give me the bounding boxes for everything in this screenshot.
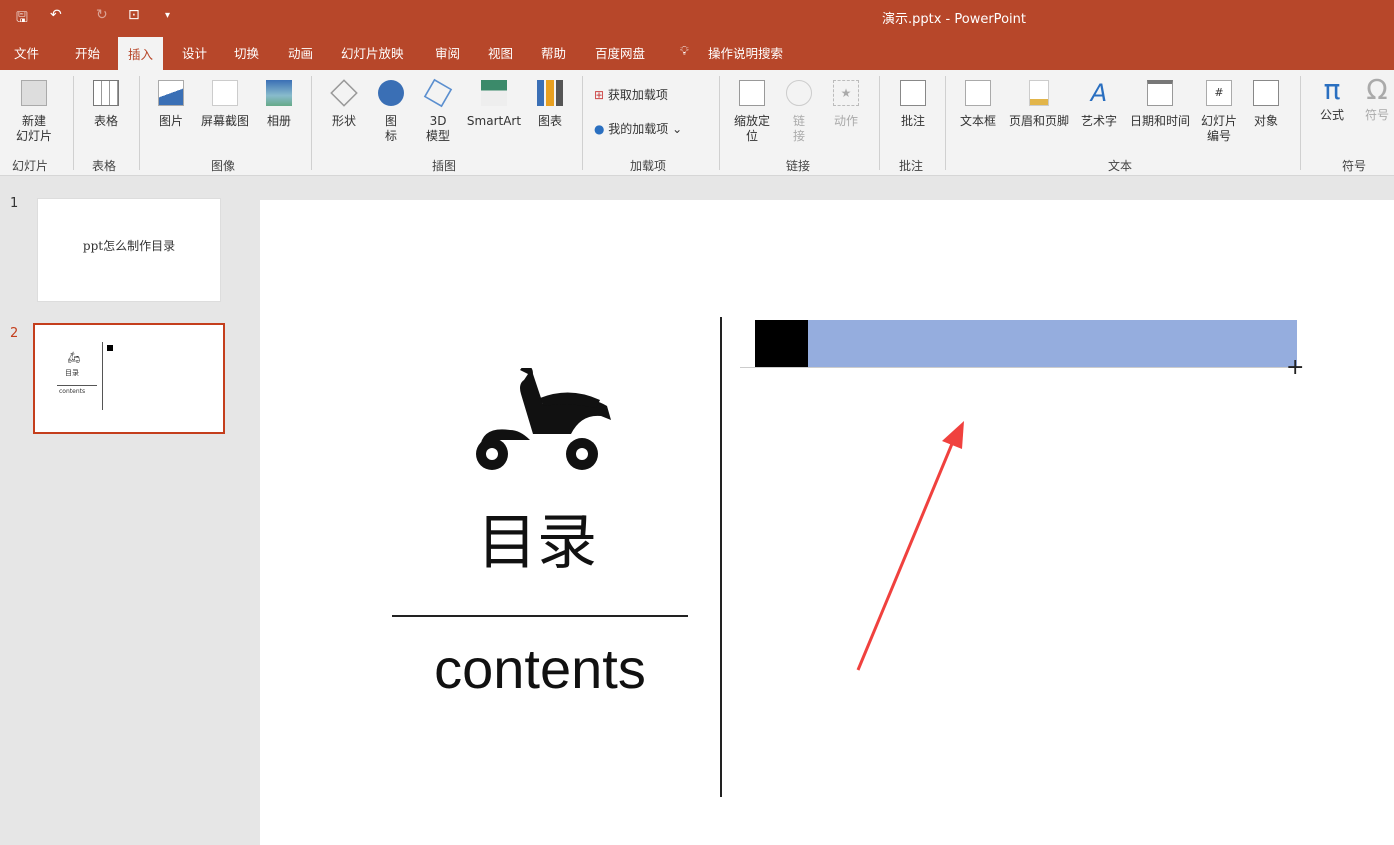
tab-baidu[interactable]: 百度网盘	[595, 43, 645, 62]
new-slide-icon	[21, 80, 47, 106]
tab-review[interactable]: 审阅	[435, 43, 460, 62]
comment-button[interactable]: 批注	[893, 80, 933, 129]
object-icon	[1253, 80, 1279, 106]
group-label: 加载项	[630, 159, 667, 173]
scooter-icon	[476, 368, 611, 470]
slide-number-button[interactable]: # 幻灯片 编号	[1196, 80, 1242, 144]
group-label: 幻灯片	[12, 159, 49, 173]
tab-animations[interactable]: 动画	[288, 43, 313, 62]
tab-file[interactable]: 文件	[14, 43, 39, 62]
action-button[interactable]: ★ 动作	[828, 80, 864, 129]
tab-view[interactable]: 视图	[488, 43, 513, 62]
slide-canvas[interactable]: 目录 contents +	[260, 200, 1394, 845]
screenshot-button[interactable]: 屏幕截图	[194, 80, 256, 129]
zoom-icon	[739, 80, 765, 106]
red-arrow-annotation	[856, 421, 964, 671]
tab-slideshow[interactable]: 幻灯片放映	[341, 43, 404, 62]
icons-button[interactable]: 图 标	[372, 80, 410, 144]
toc-heading[interactable]: 目录	[472, 508, 602, 578]
smartart-button[interactable]: SmartArt	[462, 80, 526, 129]
crosshair-cursor-icon: +	[1286, 355, 1305, 380]
save-icon[interactable]: 🖫	[16, 7, 28, 31]
tell-me-search[interactable]: 操作说明搜索	[708, 43, 783, 62]
header-footer-icon	[1029, 80, 1049, 106]
screenshot-icon	[212, 80, 238, 106]
photo-album-button[interactable]: 相册	[258, 80, 300, 129]
lightbulb-icon: 💡︎	[680, 43, 689, 58]
ribbon: 新建 幻灯片 表格 图片 屏幕截图 相册 形状 图 标 3D 模型 SmartA…	[0, 70, 1394, 176]
my-addins-button[interactable]: ● 我的加载项 ⌄	[594, 122, 682, 137]
header-footer-button[interactable]: 页眉和页脚	[1004, 80, 1074, 129]
hash-icon: #	[1206, 80, 1232, 106]
group-label: 链接	[786, 159, 811, 173]
vertical-divider	[720, 317, 722, 797]
title-bar: 🖫 ↶ ↻ ⊡ ▾ 演示.pptx - PowerPoint	[0, 0, 1394, 33]
3d-models-button[interactable]: 3D 模型	[418, 78, 458, 144]
slide-thumbnail-1[interactable]: ppt怎么制作目录	[37, 198, 221, 302]
table-icon	[93, 80, 119, 106]
cube-icon	[423, 78, 453, 108]
slide-number: 2	[10, 326, 19, 341]
slide-thumbnail-2[interactable]: 🛵︎ 目录 contents	[33, 323, 225, 434]
object-button[interactable]: 对象	[1246, 80, 1286, 129]
group-label: 符号	[1342, 159, 1367, 173]
zoom-button[interactable]: 缩放定 位	[728, 80, 776, 144]
date-time-button[interactable]: 日期和时间	[1124, 80, 1196, 129]
tab-insert[interactable]: 插入	[118, 37, 164, 70]
calendar-icon	[1147, 80, 1173, 106]
icons-icon	[378, 80, 404, 106]
equation-button[interactable]: π 公式	[1312, 76, 1352, 123]
group-label: 文本	[1108, 159, 1133, 173]
tab-design[interactable]: 设计	[182, 43, 207, 62]
scooter-icon: 🛵︎	[67, 351, 81, 364]
undo-icon[interactable]: ↶	[50, 7, 62, 23]
store-icon: ⊞	[594, 88, 608, 102]
shapes-button[interactable]: 形状	[322, 79, 366, 129]
group-label: 插图	[432, 159, 457, 173]
wordart-button[interactable]: A 艺术字	[1076, 80, 1122, 129]
get-addins-button[interactable]: ⊞ 获取加载项	[594, 88, 668, 103]
textbox-button[interactable]: 文本框	[954, 80, 1002, 129]
symbol-button[interactable]: Ω 符号	[1360, 76, 1394, 123]
pi-icon: π	[1323, 73, 1341, 106]
group-label: 批注	[899, 159, 924, 173]
new-slide-button[interactable]: 新建 幻灯片	[6, 80, 62, 144]
group-label: 表格	[92, 159, 117, 173]
smartart-icon	[481, 80, 507, 106]
slide-number: 1	[10, 196, 19, 211]
shapes-icon	[330, 79, 358, 107]
photo-album-icon	[266, 80, 292, 106]
redo-icon[interactable]: ↻	[96, 7, 108, 23]
globe-link-icon	[786, 80, 812, 106]
blue-rectangle-being-drawn[interactable]	[808, 320, 1297, 367]
addin-icon: ●	[594, 122, 609, 136]
ribbon-tabs: 文件 开始 插入 设计 切换 动画 幻灯片放映 审阅 视图 帮助 百度网盘 💡︎…	[0, 33, 1394, 70]
slide-thumbnail-panel: 1 ppt怎么制作目录 2 🛵︎ 目录 contents	[0, 176, 250, 845]
omega-icon: Ω	[1366, 73, 1388, 106]
picture-icon	[158, 80, 184, 106]
link-button[interactable]: 链 接	[782, 80, 816, 144]
group-label: 图像	[211, 159, 236, 173]
table-button[interactable]: 表格	[82, 80, 130, 129]
window-title: 演示.pptx - PowerPoint	[882, 12, 1026, 27]
pictures-button[interactable]: 图片	[150, 80, 192, 129]
tab-home[interactable]: 开始	[75, 43, 100, 62]
chart-button[interactable]: 图表	[530, 80, 570, 129]
tab-help[interactable]: 帮助	[541, 43, 566, 62]
comment-icon	[900, 80, 926, 106]
toc-subheading[interactable]: contents	[392, 636, 688, 702]
divider-line	[392, 615, 688, 617]
tab-transitions[interactable]: 切换	[234, 43, 259, 62]
textbox-icon	[965, 80, 991, 106]
guide-line	[740, 367, 1300, 368]
star-icon: ★	[833, 80, 859, 106]
chart-icon	[537, 80, 563, 106]
wordart-icon: A	[1090, 79, 1108, 107]
black-square-shape[interactable]	[755, 320, 808, 367]
present-icon[interactable]: ⊡	[128, 7, 140, 23]
customize-icon[interactable]: ▾	[165, 10, 170, 21]
